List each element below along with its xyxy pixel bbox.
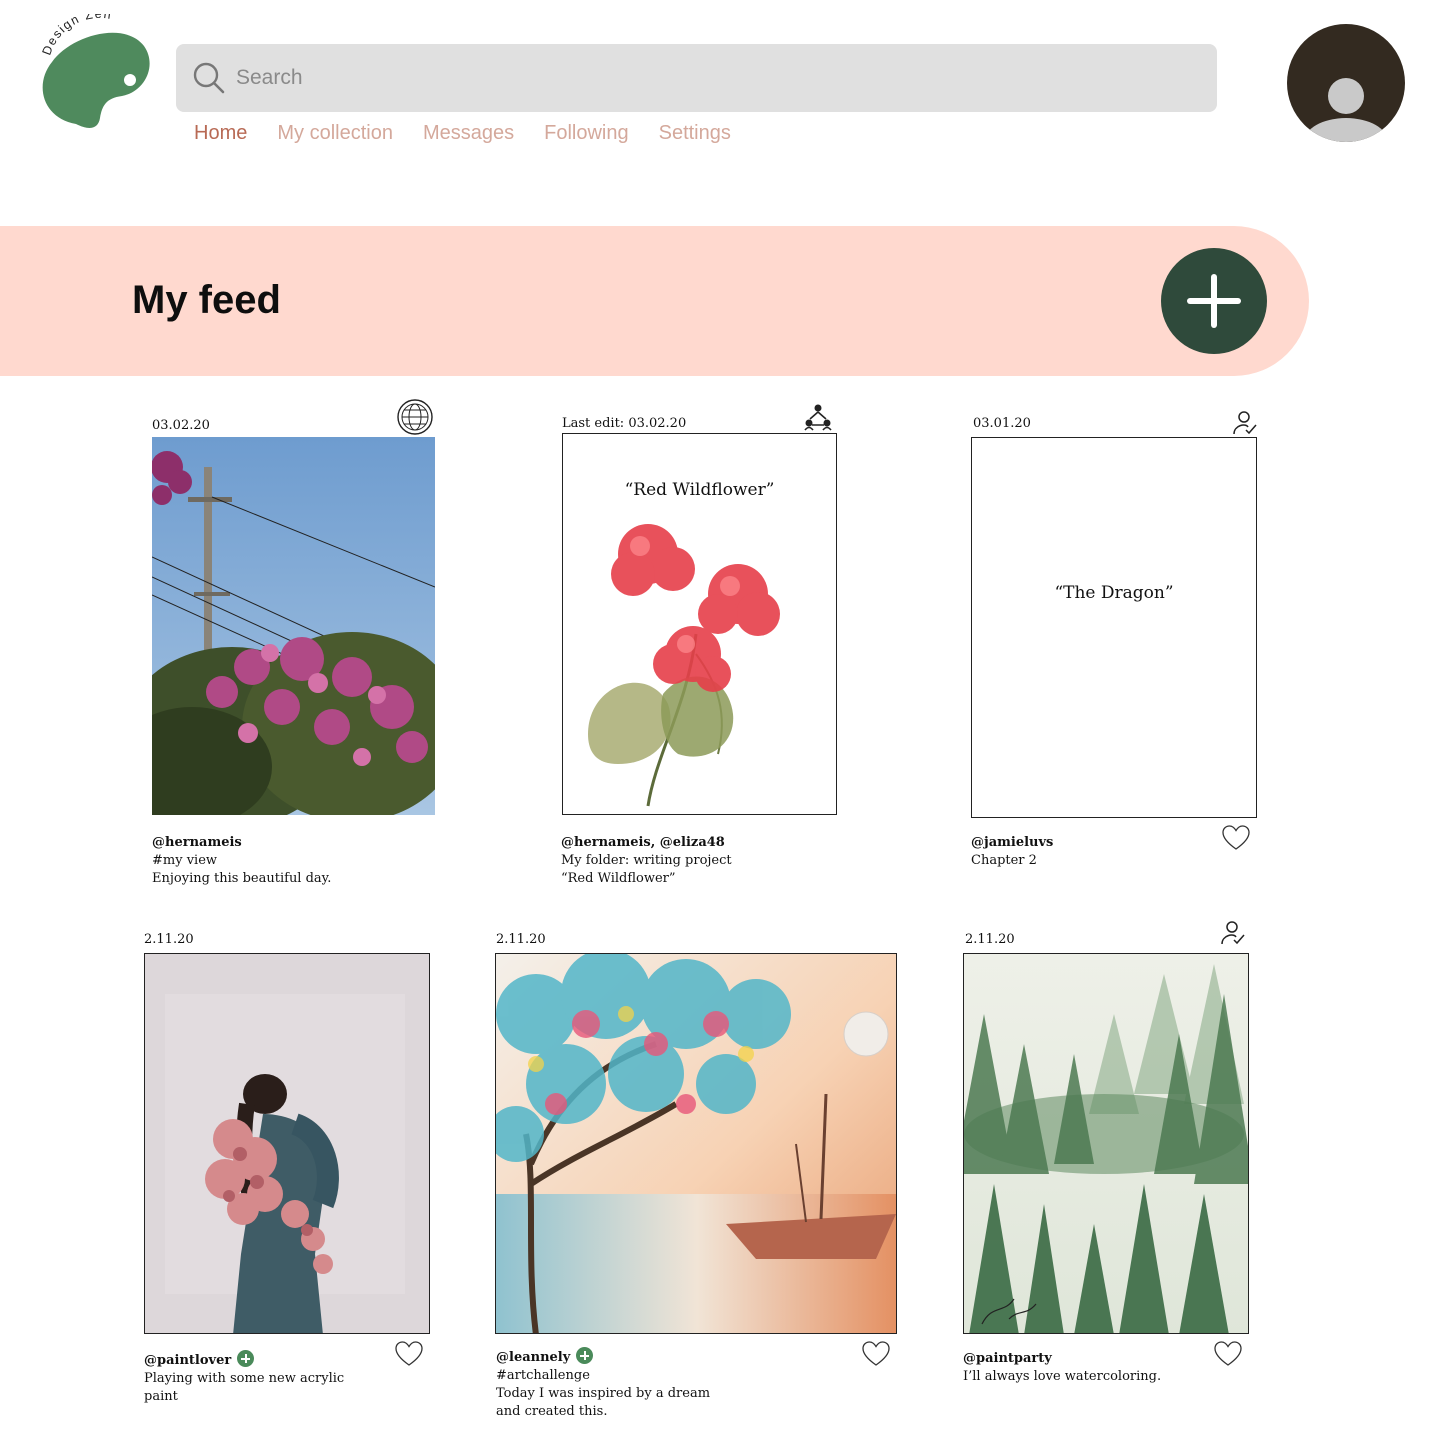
post-text: paint <box>144 1389 178 1404</box>
post-document-the-dragon[interactable]: “The Dragon” <box>971 437 1257 818</box>
post-image-flowers[interactable] <box>152 437 435 815</box>
post-text: Today I was inspired by a dream <box>496 1386 711 1401</box>
post-text: Enjoying this beautiful day. <box>152 871 332 886</box>
post-date: 03.02.20 <box>152 418 210 433</box>
post-date: 2.11.20 <box>965 932 1015 947</box>
post-caption: @leannely #artchallenge Today I was insp… <box>496 1347 756 1421</box>
post-username[interactable]: @leannely <box>496 1350 570 1365</box>
heart-icon[interactable] <box>395 1340 423 1368</box>
post-date: 2.11.20 <box>496 932 546 947</box>
post-text: and created this. <box>496 1404 608 1419</box>
document-title: “The Dragon” <box>1054 583 1174 603</box>
user-check-icon <box>1233 411 1257 435</box>
post-image-tree-boat[interactable] <box>495 953 897 1334</box>
post-date: 03.01.20 <box>973 416 1031 431</box>
post-username[interactable]: @jamieluvs <box>971 834 1211 852</box>
heart-icon[interactable] <box>1214 1340 1242 1368</box>
brand-logo[interactable]: Design Zen <box>36 7 156 134</box>
heart-icon[interactable] <box>862 1340 890 1368</box>
heart-icon[interactable] <box>1222 824 1250 852</box>
search-input[interactable] <box>236 66 1136 90</box>
main-nav: Home My collection Messages Following Se… <box>194 122 761 145</box>
search-icon <box>193 62 225 94</box>
post-text: Chapter 2 <box>971 853 1037 868</box>
page-title: My feed <box>132 278 281 322</box>
collaborators-icon <box>804 404 832 431</box>
nav-settings[interactable]: Settings <box>659 122 731 145</box>
nav-home[interactable]: Home <box>194 122 247 145</box>
post-text: Playing with some new acrylic <box>144 1371 345 1386</box>
user-check-icon <box>1221 921 1245 945</box>
add-post-button[interactable] <box>1161 248 1267 354</box>
post-username[interactable]: @hernameis, @eliza48 <box>561 834 841 852</box>
post-caption: @hernameis #my view Enjoying this beauti… <box>152 834 432 888</box>
post-hashtag[interactable]: #artchallenge <box>496 1367 756 1385</box>
nav-my-collection[interactable]: My collection <box>277 122 393 145</box>
post-image-forest[interactable] <box>963 953 1249 1334</box>
search-bar[interactable] <box>176 44 1217 112</box>
post-username[interactable]: @paintparty <box>963 1350 1203 1368</box>
nav-following[interactable]: Following <box>544 122 628 145</box>
post-text: “Red Wildflower” <box>561 871 676 886</box>
follow-plus-icon[interactable] <box>237 1350 255 1367</box>
post-caption: @paintlover Playing with some new acryli… <box>144 1350 384 1406</box>
post-caption: @jamieluvs Chapter 2 <box>971 834 1211 870</box>
follow-plus-icon[interactable] <box>576 1347 594 1364</box>
plus-icon <box>1187 274 1241 328</box>
post-text: I’ll always love watercoloring. <box>963 1369 1162 1384</box>
post-date: 2.11.20 <box>144 932 194 947</box>
post-date: Last edit: 03.02.20 <box>562 416 687 431</box>
post-document-red-wildflower[interactable]: “Red Wildflower” <box>562 433 837 815</box>
avatar-icon <box>1304 78 1388 142</box>
feed-banner: My feed <box>0 226 1309 376</box>
post-image-woman-bouquet[interactable] <box>144 953 430 1334</box>
globe-icon <box>397 399 433 435</box>
post-caption: @paintparty I’ll always love watercolori… <box>963 1350 1203 1386</box>
nav-messages[interactable]: Messages <box>423 122 514 145</box>
document-title: “Red Wildflower” <box>624 480 775 500</box>
user-avatar[interactable] <box>1287 24 1405 142</box>
post-username[interactable]: @paintlover <box>144 1353 231 1368</box>
post-username[interactable]: @hernameis <box>152 834 432 852</box>
post-caption: @hernameis, @eliza48 My folder: writing … <box>561 834 841 888</box>
post-hashtag[interactable]: #my view <box>152 852 432 870</box>
post-text: My folder: writing project <box>561 853 732 868</box>
